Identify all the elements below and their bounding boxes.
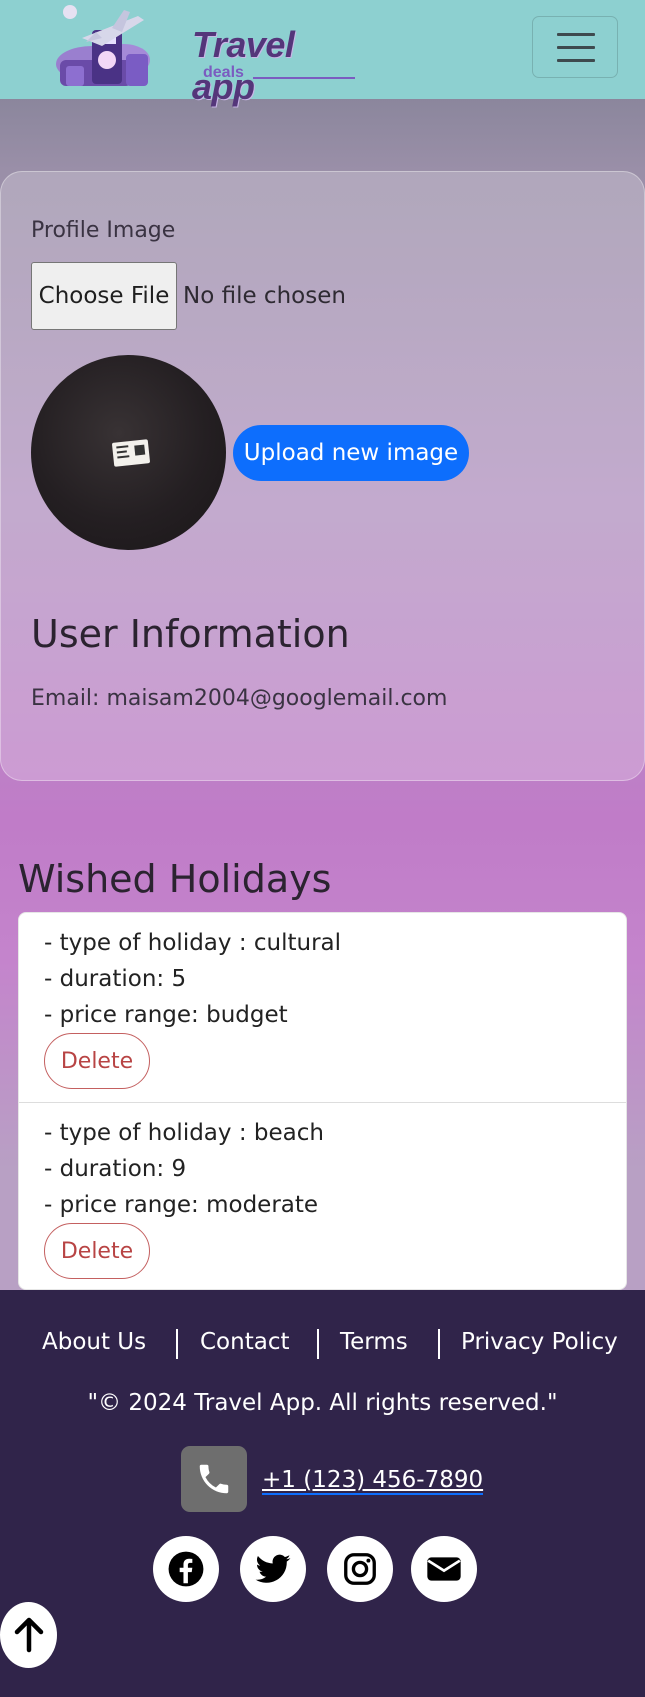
logo-underline	[253, 77, 355, 79]
copyright-text: "© 2024 Travel App. All rights reserved.…	[87, 1390, 558, 1416]
twitter-icon	[255, 1554, 291, 1583]
app-logo[interactable]: Travel app deals	[52, 2, 355, 107]
divider	[438, 1329, 440, 1359]
user-info-heading: User Information	[31, 612, 350, 656]
phone-icon-box	[181, 1446, 247, 1512]
menu-toggle-button[interactable]	[532, 16, 618, 78]
wished-holidays-list: - type of holiday : cultural - duration:…	[18, 912, 627, 1290]
footer-link-about[interactable]: About Us	[42, 1329, 146, 1355]
footer-link-terms[interactable]: Terms	[340, 1329, 408, 1355]
top-navbar: Travel app deals	[0, 0, 645, 107]
email-link[interactable]	[411, 1536, 477, 1602]
phone-icon	[199, 1464, 229, 1494]
arrow-up-icon	[14, 1617, 43, 1653]
avatar-sticker	[111, 439, 151, 467]
holiday-type: - type of holiday : beach	[44, 1120, 324, 1146]
delete-button[interactable]: Delete	[44, 1223, 150, 1279]
delete-button[interactable]: Delete	[44, 1033, 150, 1089]
instagram-link[interactable]	[327, 1536, 393, 1602]
logo-subtitle: deals	[203, 64, 244, 81]
footer-link-contact[interactable]: Contact	[200, 1329, 289, 1355]
footer-link-privacy[interactable]: Privacy Policy	[461, 1329, 618, 1355]
holiday-price-range: - price range: moderate	[44, 1192, 319, 1218]
footer-links: About Us Contact Terms Privacy Policy	[0, 1329, 645, 1359]
holiday-duration: - duration: 5	[44, 966, 187, 992]
holiday-type: - type of holiday : cultural	[44, 930, 342, 956]
file-input[interactable]: Choose File No file chosen	[31, 262, 346, 330]
facebook-link[interactable]	[153, 1536, 219, 1602]
list-item: - type of holiday : cultural - duration:…	[19, 913, 626, 1102]
envelope-icon	[427, 1557, 461, 1581]
back-to-top-button[interactable]	[0, 1602, 57, 1668]
facebook-icon	[168, 1551, 204, 1587]
hamburger-icon	[557, 33, 595, 36]
list-item: - type of holiday : beach - duration: 9 …	[19, 1102, 626, 1289]
instagram-icon	[344, 1553, 376, 1585]
choose-file-button[interactable]: Choose File	[31, 262, 177, 330]
twitter-link[interactable]	[240, 1536, 306, 1602]
travel-logo-icon	[56, 5, 150, 86]
upload-image-button[interactable]: Upload new image	[233, 425, 469, 481]
profile-image-label: Profile Image	[31, 218, 176, 243]
wished-holidays-heading: Wished Holidays	[18, 857, 332, 901]
phone-link[interactable]: +1 (123) 456-7890	[262, 1467, 484, 1496]
holiday-duration: - duration: 9	[44, 1156, 187, 1182]
user-email: Email: maisam2004@googlemail.com	[31, 686, 448, 711]
holiday-price-range: - price range: budget	[44, 1002, 288, 1028]
file-status-text: No file chosen	[183, 283, 346, 309]
divider	[176, 1329, 178, 1359]
profile-avatar	[31, 355, 226, 550]
divider	[317, 1329, 319, 1359]
